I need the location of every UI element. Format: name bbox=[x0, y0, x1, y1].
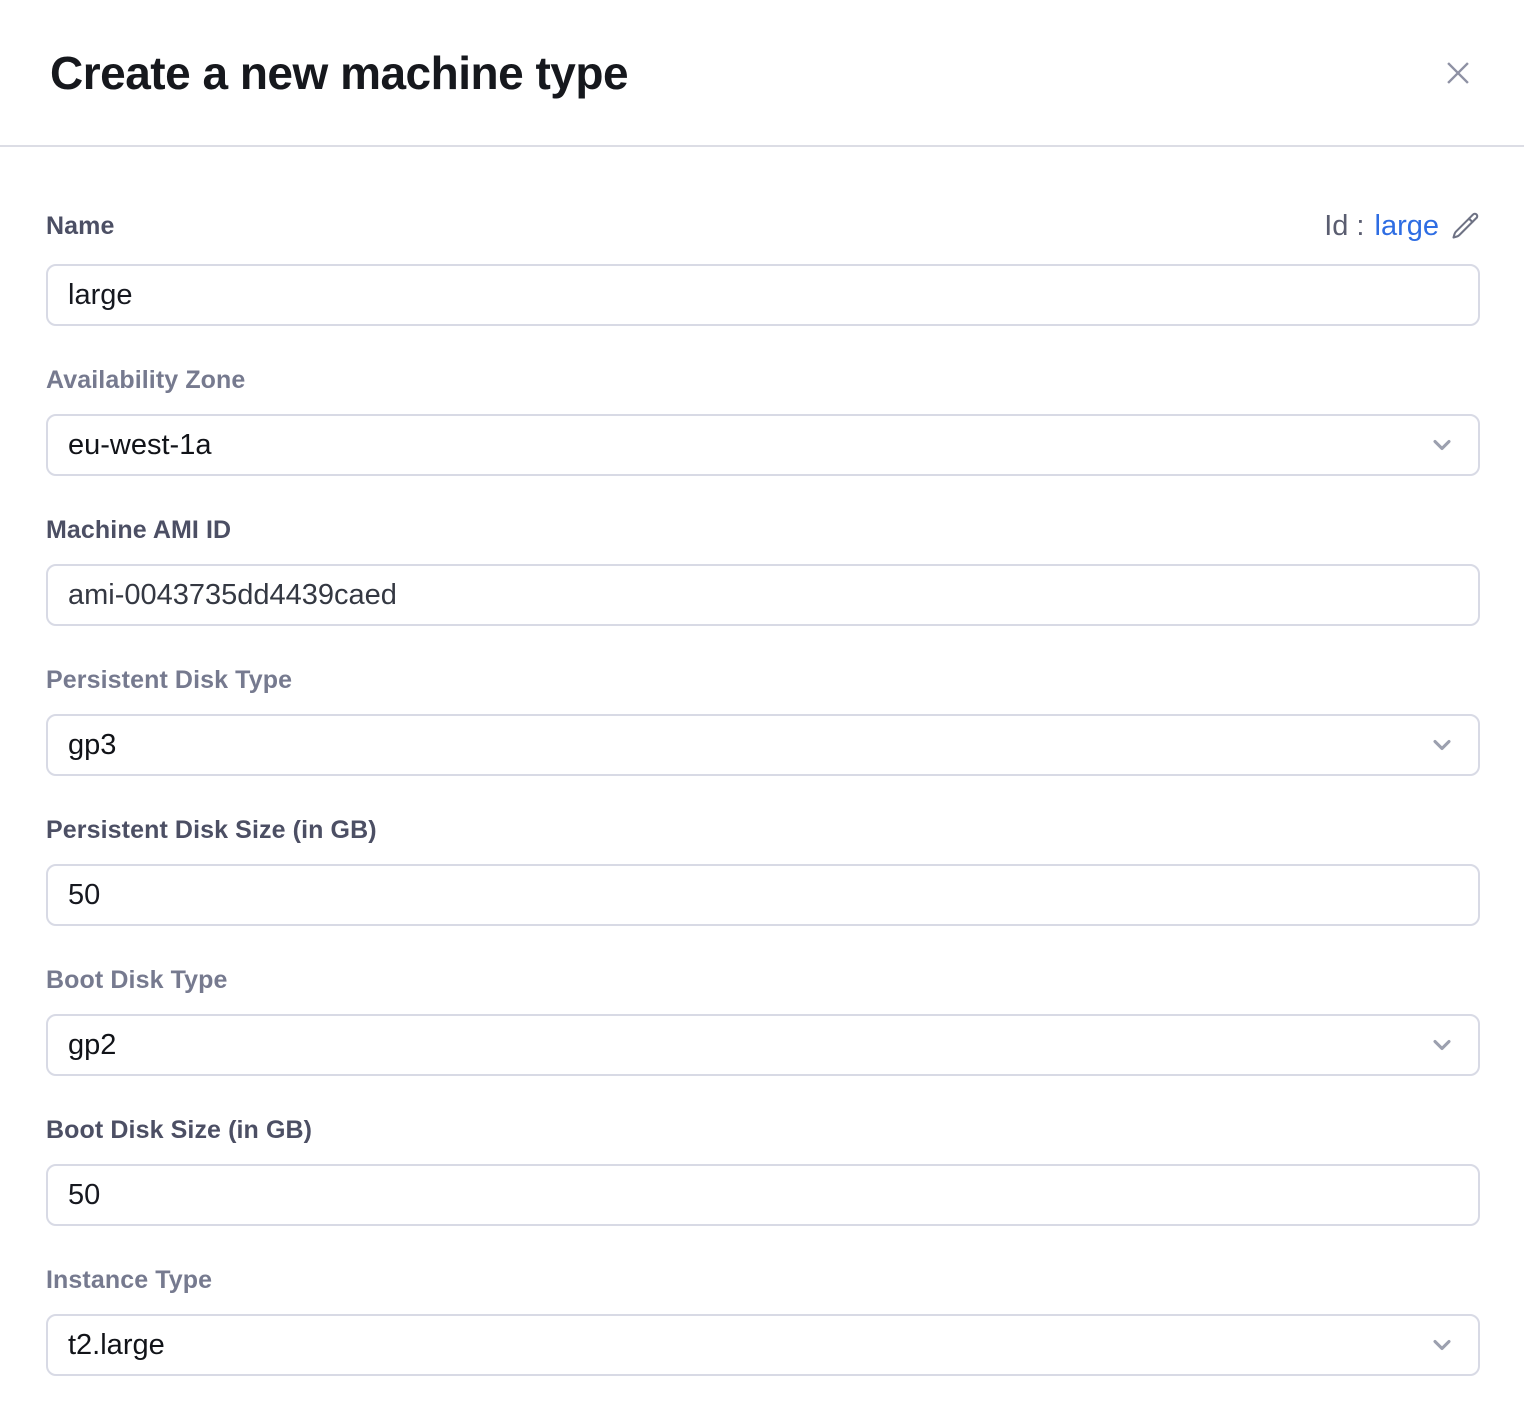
machine-ami-id-input[interactable] bbox=[46, 564, 1480, 626]
create-machine-type-modal: Create a new machine type Name Id : larg… bbox=[0, 0, 1524, 1418]
chevron-down-icon bbox=[1428, 731, 1456, 759]
id-display: Id : large bbox=[1324, 210, 1480, 243]
field-group-boot-disk-size: Boot Disk Size (in GB) bbox=[46, 1118, 1480, 1226]
chevron-down-icon bbox=[1428, 1331, 1456, 1359]
persistent-disk-type-select[interactable]: gp3 bbox=[46, 714, 1480, 776]
machine-ami-id-label: Machine AMI ID bbox=[46, 518, 1480, 543]
close-icon bbox=[1441, 56, 1475, 90]
instance-type-select[interactable]: t2.large bbox=[46, 1314, 1480, 1376]
id-prefix-label: Id : bbox=[1324, 210, 1364, 243]
persistent-disk-size-input[interactable] bbox=[46, 864, 1480, 926]
field-group-machine-ami-id: Machine AMI ID bbox=[46, 518, 1480, 626]
pencil-icon bbox=[1449, 211, 1480, 242]
boot-disk-size-input[interactable] bbox=[46, 1164, 1480, 1226]
persistent-disk-type-label: Persistent Disk Type bbox=[46, 668, 1480, 693]
boot-disk-type-label: Boot Disk Type bbox=[46, 968, 1480, 993]
modal-title: Create a new machine type bbox=[50, 46, 628, 100]
boot-disk-type-select[interactable]: gp2 bbox=[46, 1014, 1480, 1076]
field-group-boot-disk-type: Boot Disk Type gp2 bbox=[46, 968, 1480, 1076]
instance-type-label: Instance Type bbox=[46, 1268, 1480, 1293]
modal-header: Create a new machine type bbox=[0, 0, 1524, 147]
name-label-row: Name Id : large bbox=[46, 210, 1480, 243]
boot-disk-size-label: Boot Disk Size (in GB) bbox=[46, 1118, 1480, 1143]
field-group-persistent-disk-type: Persistent Disk Type gp3 bbox=[46, 668, 1480, 776]
edit-id-button[interactable] bbox=[1449, 211, 1480, 242]
instance-type-value: t2.large bbox=[68, 1329, 165, 1362]
name-label: Name bbox=[46, 214, 115, 239]
name-input[interactable] bbox=[46, 264, 1480, 326]
availability-zone-label: Availability Zone bbox=[46, 368, 1480, 393]
availability-zone-select[interactable]: eu-west-1a bbox=[46, 414, 1480, 476]
persistent-disk-size-label: Persistent Disk Size (in GB) bbox=[46, 818, 1480, 843]
field-group-name: Name Id : large bbox=[46, 210, 1480, 326]
availability-zone-value: eu-west-1a bbox=[68, 429, 211, 462]
field-group-instance-type: Instance Type t2.large bbox=[46, 1268, 1480, 1376]
persistent-disk-type-value: gp3 bbox=[68, 729, 116, 762]
chevron-down-icon bbox=[1428, 1031, 1456, 1059]
id-value: large bbox=[1375, 210, 1440, 243]
close-button[interactable] bbox=[1436, 51, 1480, 95]
boot-disk-type-value: gp2 bbox=[68, 1029, 116, 1062]
field-group-availability-zone: Availability Zone eu-west-1a bbox=[46, 368, 1480, 476]
field-group-persistent-disk-size: Persistent Disk Size (in GB) bbox=[46, 818, 1480, 926]
modal-body: Name Id : large bbox=[0, 147, 1524, 1418]
chevron-down-icon bbox=[1428, 431, 1456, 459]
